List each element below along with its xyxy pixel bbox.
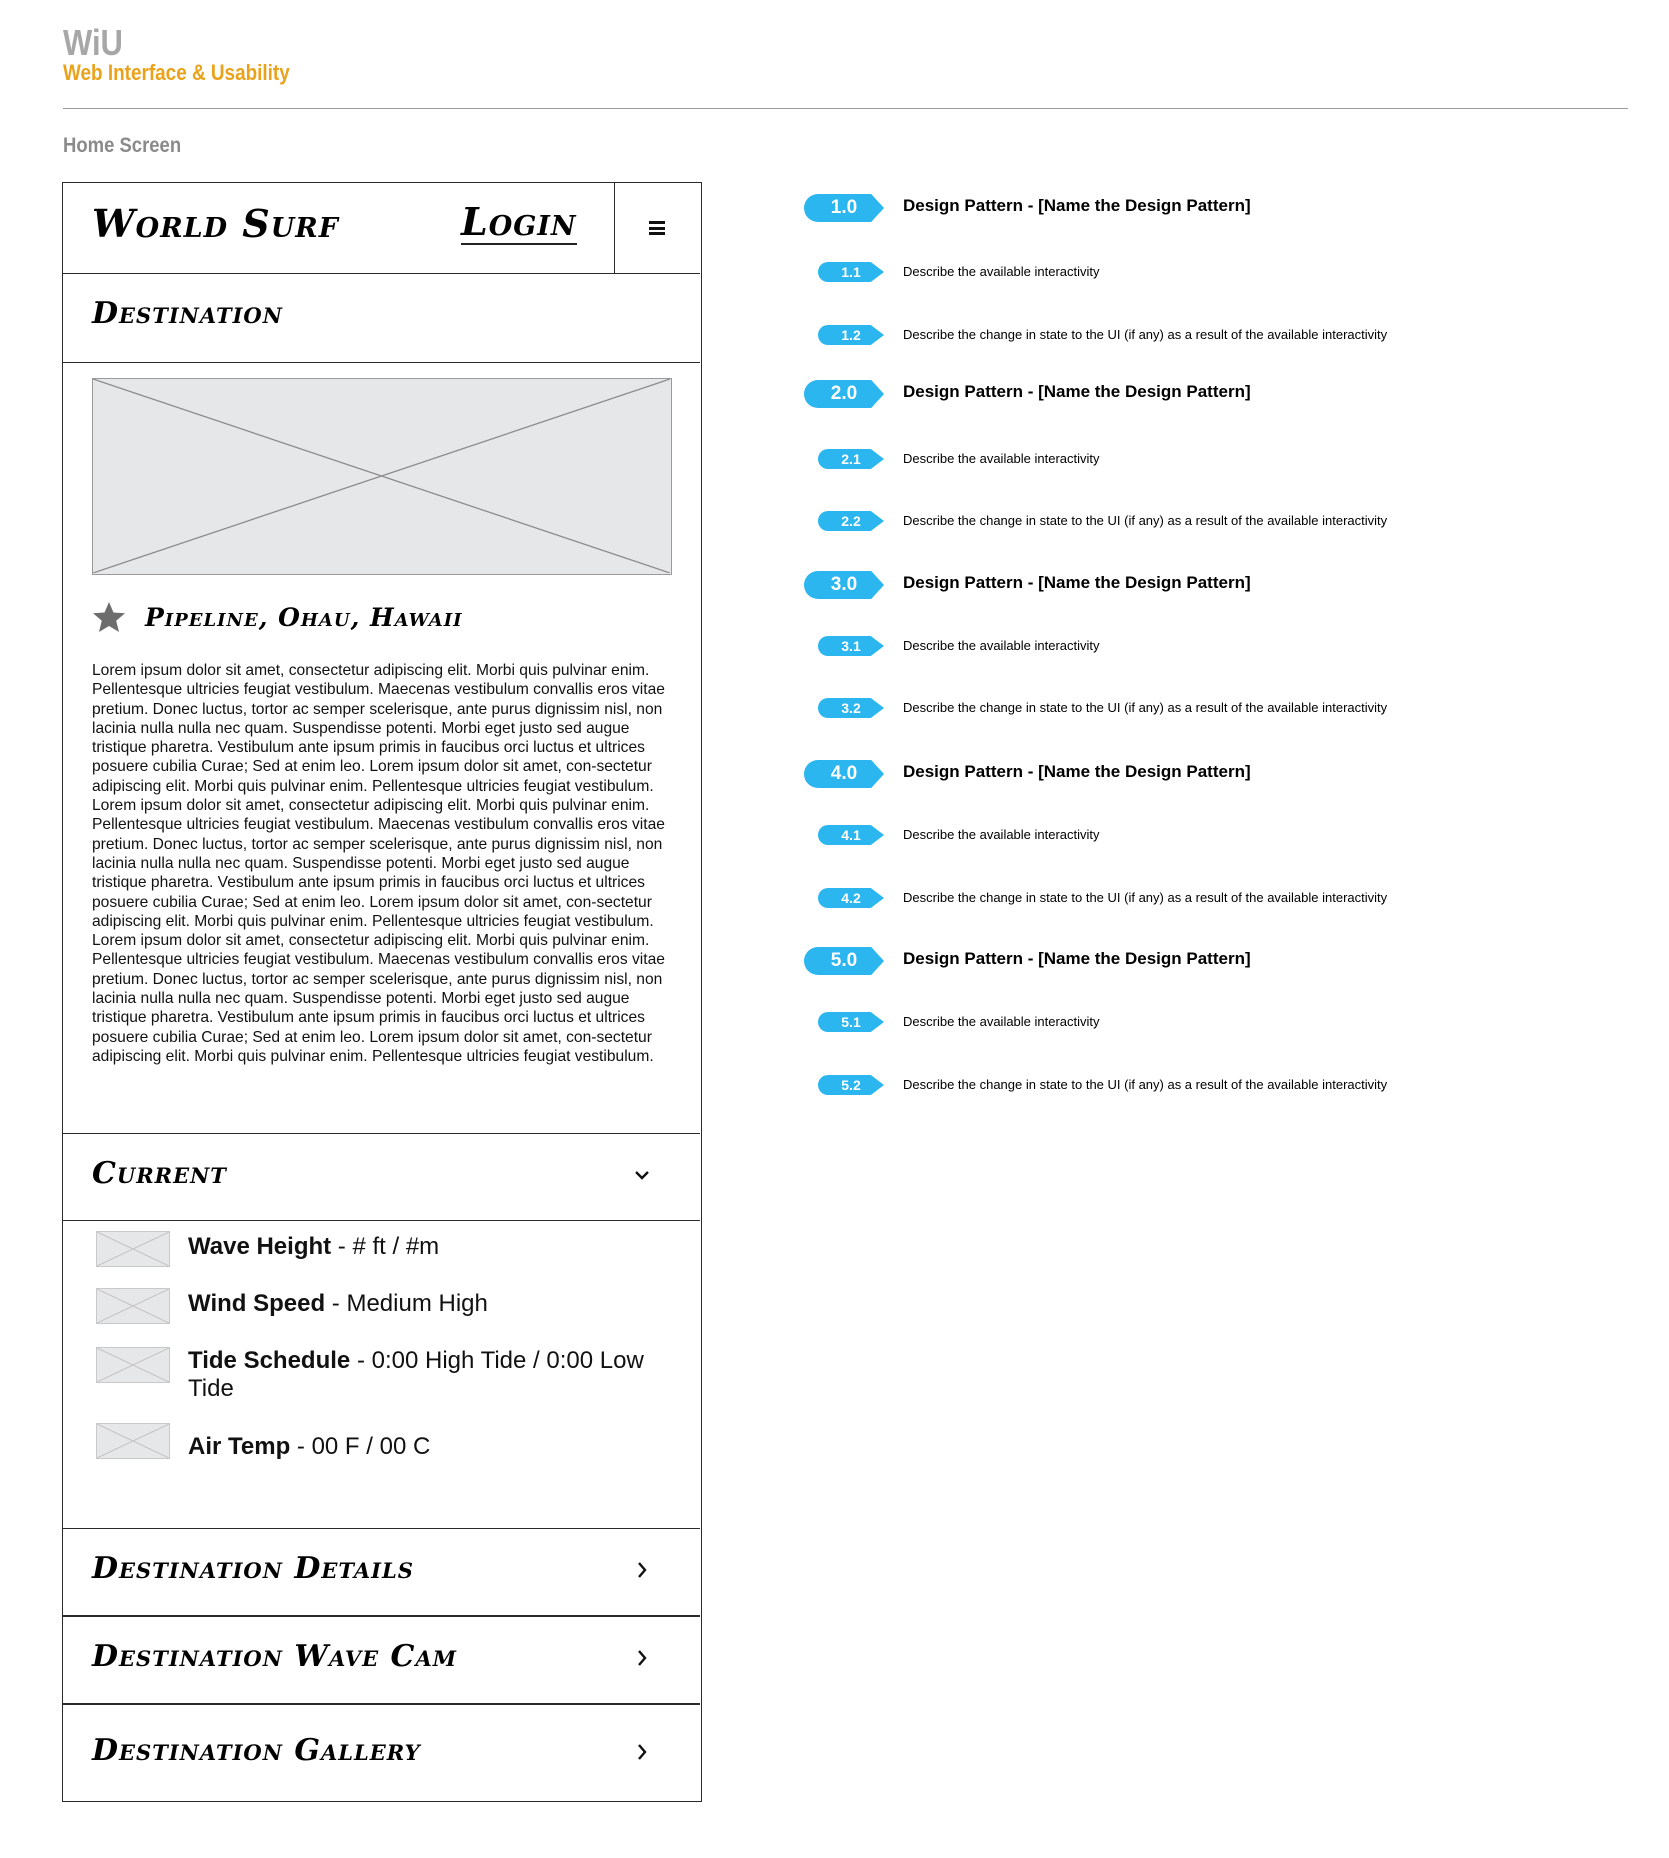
annotation-number-badge: 4.2 [818, 888, 884, 908]
annotation-text: Describe the available interactivity [903, 1014, 1100, 1029]
description-paragraph: Lorem ipsum dolor sit amet, consectetur … [92, 932, 665, 1065]
current-label: Current [92, 1156, 227, 1191]
annotation-number-badge: 1.0 [804, 194, 884, 222]
description-paragraph: Lorem ipsum dolor sit amet, consectetur … [92, 797, 665, 930]
annotation-number-badge: 1.2 [818, 325, 884, 345]
annotation-number-badge: 3.0 [804, 571, 884, 599]
site-logo[interactable]: World Surf [92, 201, 339, 246]
annotation-number-badge: 2.2 [818, 511, 884, 531]
annotation-text: Describe the available interactivity [903, 264, 1100, 279]
annotation-number-badge: 4.0 [804, 760, 884, 788]
annotation-text: Design Pattern - [Name the Design Patter… [903, 762, 1251, 781]
annotation-text: Describe the change in state to the UI (… [903, 513, 1388, 528]
annotation-text: Design Pattern - [Name the Design Patter… [903, 949, 1251, 968]
screen-label: Home Screen [63, 134, 182, 157]
chevron-right-icon [638, 1562, 647, 1578]
annotation-number-badge: 3.1 [818, 636, 884, 656]
metric-value: - # ft / #m [331, 1233, 440, 1260]
login-link[interactable]: Login [461, 201, 577, 245]
annotation-number-badge: 5.0 [804, 947, 884, 975]
annotation-text: Describe the change in state to the UI (… [903, 700, 1388, 715]
destination-label: Destination [92, 296, 283, 331]
destination-image-placeholder [92, 378, 672, 575]
destination-details-row[interactable]: Destination Details [63, 1528, 700, 1616]
annotation-number-badge: 4.1 [818, 825, 884, 845]
annotation-text: Design Pattern - [Name the Design Patter… [903, 196, 1251, 215]
chevron-right-icon [638, 1650, 647, 1666]
tide-schedule-icon [96, 1347, 170, 1383]
annotation-text: Describe the change in state to the UI (… [903, 890, 1388, 905]
menu-button[interactable] [614, 183, 701, 273]
annotation-text: Describe the available interactivity [903, 638, 1100, 653]
section-label: Destination Gallery [92, 1733, 421, 1768]
metric-name: Air Temp [188, 1433, 291, 1460]
annotation-text: Describe the change in state to the UI (… [903, 1077, 1388, 1092]
destination-gallery-row[interactable]: Destination Gallery [63, 1704, 700, 1801]
annotation-text: Describe the change in state to the UI (… [903, 327, 1388, 342]
metric-name: Wave Height [188, 1233, 332, 1260]
section-label: Destination Wave Cam [92, 1639, 457, 1674]
image-placeholder-cross [93, 379, 670, 573]
annotation-number-badge: 3.2 [818, 698, 884, 718]
air-temp-icon [96, 1423, 170, 1459]
annotation-number-badge: 5.2 [818, 1075, 884, 1095]
phone-wireframe: World Surf Login Destination Pipeline, O… [62, 182, 702, 1802]
metric-value: - Medium High [325, 1290, 488, 1317]
annotation-number-badge: 2.1 [818, 449, 884, 469]
annotation-number-badge: 1.1 [818, 262, 884, 282]
metric-value: - 00 F / 00 C [290, 1433, 431, 1460]
chevron-right-icon [638, 1744, 647, 1760]
brand-title: WiU [63, 22, 123, 63]
description-paragraph: Lorem ipsum dolor sit amet, consectetur … [92, 662, 665, 795]
favorite-star-icon[interactable] [92, 601, 126, 633]
section-label: Destination Details [92, 1551, 414, 1586]
destination-description: Lorem ipsum dolor sit amet, consectetur … [92, 661, 672, 1066]
chevron-down-icon [635, 1171, 649, 1180]
metric-name: Wind Speed [188, 1290, 326, 1317]
destination-wave-cam-row[interactable]: Destination Wave Cam [63, 1616, 700, 1704]
annotation-text: Design Pattern - [Name the Design Patter… [903, 573, 1251, 592]
location-title: Pipeline, Ohau, Hawaii [145, 603, 463, 632]
annotation-text: Describe the available interactivity [903, 451, 1100, 466]
annotation-text: Design Pattern - [Name the Design Patter… [903, 382, 1251, 401]
brand-subtitle: Web Interface & Usability [63, 60, 290, 85]
hamburger-menu-icon [649, 221, 665, 235]
wind-speed-icon [96, 1288, 170, 1324]
metric-name: Tide Schedule [188, 1347, 351, 1374]
annotation-text: Describe the available interactivity [903, 827, 1100, 842]
destination-bar[interactable]: Destination [63, 274, 700, 363]
annotation-number-badge: 5.1 [818, 1012, 884, 1032]
wave-height-icon [96, 1231, 170, 1267]
top-bar: World Surf Login [63, 183, 700, 274]
current-accordion[interactable]: Current [63, 1133, 700, 1221]
header-divider [63, 108, 1628, 109]
annotation-number-badge: 2.0 [804, 380, 884, 408]
